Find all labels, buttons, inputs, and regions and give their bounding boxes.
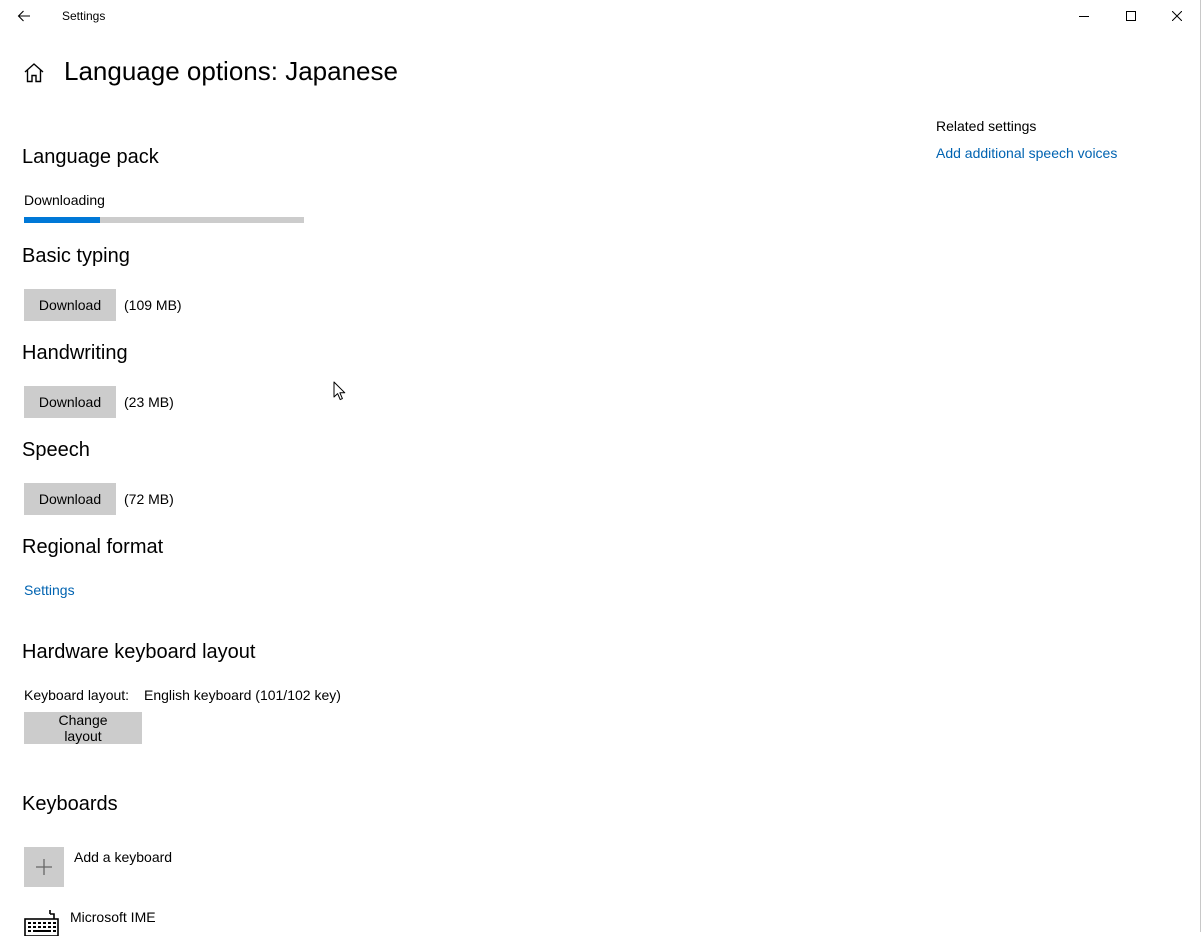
basic-typing-heading: Basic typing (22, 245, 130, 267)
handwriting-size: (23 MB) (124, 394, 174, 410)
home-icon[interactable] (22, 61, 46, 85)
hardware-keyboard-heading: Hardware keyboard layout (22, 641, 256, 663)
minimize-button[interactable] (1061, 0, 1107, 32)
keyboard-icon (24, 910, 59, 936)
minimize-icon (1079, 16, 1089, 17)
regional-format-settings-link[interactable]: Settings (24, 582, 75, 598)
page-title: Language options: Japanese (64, 56, 398, 86)
speech-download-button[interactable]: Download (24, 483, 116, 515)
regional-format-heading: Regional format (22, 536, 164, 558)
handwriting-download-button[interactable]: Download (24, 386, 116, 418)
close-icon (1172, 11, 1182, 21)
plus-icon (36, 859, 52, 875)
basic-typing-download-button[interactable]: Download (24, 289, 116, 321)
basic-typing-size: (109 MB) (124, 297, 182, 313)
keyboard-layout-value: English keyboard (101/102 key) (144, 687, 341, 703)
related-settings-heading: Related settings (936, 118, 1037, 134)
back-button[interactable] (8, 2, 40, 30)
keyboard-layout-label: Keyboard layout: (24, 687, 130, 703)
speech-size: (72 MB) (124, 491, 174, 507)
speech-heading: Speech (22, 439, 90, 461)
download-status: Downloading (24, 192, 105, 208)
mouse-cursor-icon (333, 381, 346, 401)
back-arrow-icon (17, 10, 30, 22)
maximize-button[interactable] (1108, 0, 1154, 32)
add-keyboard-label[interactable]: Add a keyboard (74, 849, 172, 865)
title-bar: Settings (0, 0, 1200, 32)
progress-fill (24, 217, 100, 223)
add-speech-voices-link[interactable]: Add additional speech voices (936, 145, 1117, 161)
keyboards-heading: Keyboards (22, 793, 118, 815)
add-keyboard-button[interactable] (24, 847, 64, 887)
maximize-icon (1126, 11, 1136, 21)
handwriting-heading: Handwriting (22, 342, 128, 364)
language-pack-progress (24, 217, 304, 223)
close-button[interactable] (1154, 0, 1200, 32)
keyboard-name[interactable]: Microsoft IME (70, 909, 156, 925)
language-pack-heading: Language pack (22, 146, 159, 168)
app-title: Settings (62, 9, 106, 23)
change-layout-button[interactable]: Change layout (24, 712, 142, 744)
